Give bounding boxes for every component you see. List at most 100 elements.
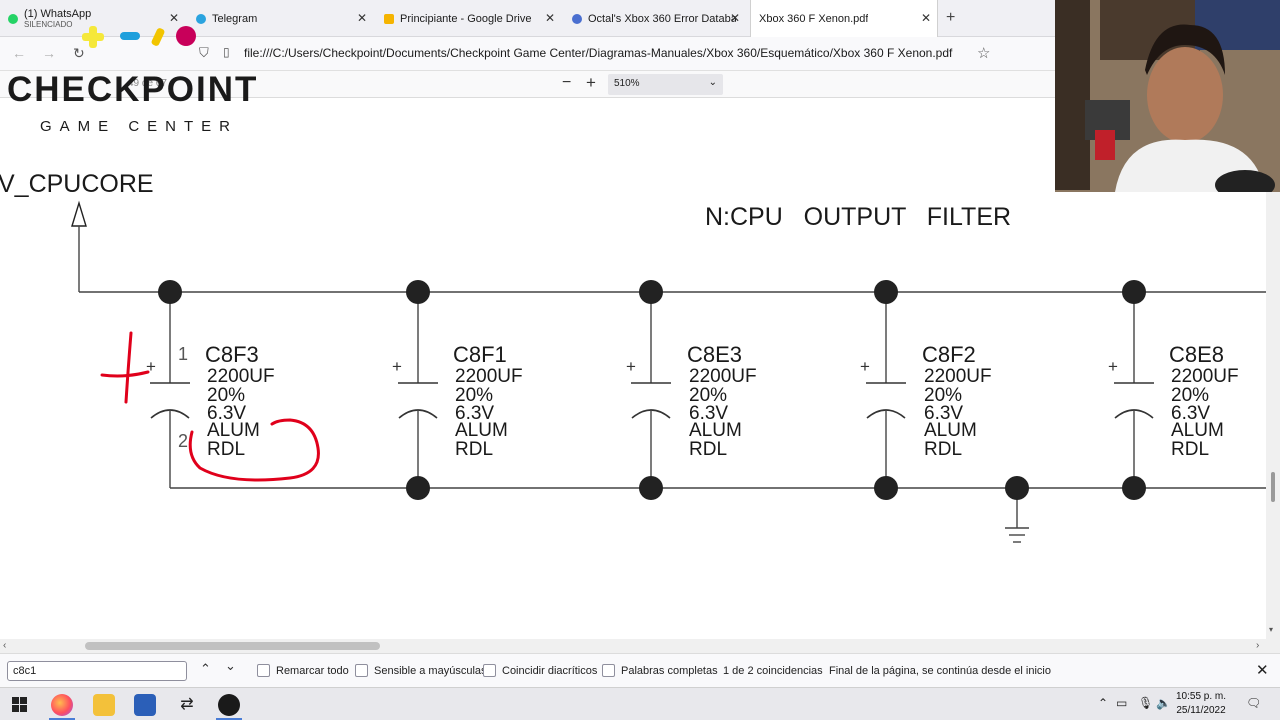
zoom-in-icon[interactable]: +	[586, 73, 596, 93]
checkbox-box	[602, 664, 615, 677]
notifications-icon[interactable]: 🗨	[1246, 696, 1261, 710]
capacitor-package: RDL	[689, 439, 727, 460]
firefox-icon[interactable]	[51, 694, 73, 716]
tab-telegram[interactable]: Telegram ✕	[188, 0, 373, 37]
tab-google-drive[interactable]: Principiante - Google Drive ✕	[376, 0, 561, 37]
tab-xbox-error-db[interactable]: Octal's Xbox 360 Error Database ✕	[564, 0, 746, 37]
capacitor-ref: C8E3	[687, 342, 742, 367]
scroll-left-icon[interactable]: ‹	[3, 640, 6, 651]
capacitor-package: RDL	[1171, 439, 1209, 460]
shield-icon[interactable]: ⛉	[199, 45, 209, 61]
whole-words-checkbox[interactable]: Palabras completas	[602, 664, 718, 677]
checkbox-label: Sensible a mayúsculas	[374, 664, 487, 677]
pin-2-label: 2	[178, 431, 188, 451]
capacitor-package: RDL	[924, 439, 962, 460]
close-icon[interactable]: ✕	[1256, 661, 1269, 679]
rail-label: V_CPUCORE	[0, 170, 154, 198]
tab-title: Telegram	[212, 12, 258, 25]
pin-1-label: 1	[178, 344, 188, 364]
chevron-down-icon: ⌄	[708, 77, 717, 88]
forward-icon[interactable]: →	[42, 45, 56, 61]
new-tab-icon[interactable]: +	[946, 9, 955, 27]
scroll-down-icon[interactable]: ▾	[1269, 625, 1273, 634]
find-input[interactable]: c8c1	[7, 661, 187, 681]
find-previous-icon[interactable]: ⌃	[200, 661, 211, 677]
back-icon[interactable]: ←	[12, 45, 26, 61]
capacitor-value: 2200UF	[924, 366, 992, 387]
plus-sign: +	[1108, 357, 1118, 376]
volume-icon[interactable]: 🔈	[1156, 696, 1171, 710]
close-tab-icon[interactable]: ✕	[921, 11, 931, 25]
webcam-overlay	[1055, 0, 1280, 192]
schematic-title: N:CPU OUTPUT FILTER	[705, 203, 1011, 231]
zoom-out-icon[interactable]: −	[562, 74, 571, 92]
page-icon: ▯	[223, 45, 230, 59]
plus-sign: +	[860, 357, 870, 376]
obs-icon[interactable]	[218, 694, 240, 716]
scroll-right-icon[interactable]: ›	[1256, 640, 1259, 651]
shuffle-icon[interactable]: ⇄	[176, 694, 198, 716]
find-bar: c8c1 ⌃ ⌄ Remarcar todo Sensible a mayúsc…	[0, 653, 1280, 687]
horizontal-scrollbar-thumb[interactable]	[85, 642, 380, 650]
capacitor-package: RDL	[207, 439, 245, 460]
windows-start-icon[interactable]	[12, 697, 27, 712]
tray-chevron-icon[interactable]: ⌃	[1098, 696, 1108, 710]
tab-title: Principiante - Google Drive	[400, 12, 532, 25]
capacitor-c8f1[interactable]: + C8F1 2200UF 20% 6.3V ALUM RDL	[392, 280, 523, 500]
checkbox-box	[355, 664, 368, 677]
capacitor-ref: C8F1	[453, 342, 507, 367]
find-status-message: Final de la página, se continúa desde el…	[829, 665, 1051, 677]
highlight-all-checkbox[interactable]: Remarcar todo	[257, 664, 349, 677]
tab-title: (1) WhatsApp	[24, 7, 92, 20]
capacitor-c8e8[interactable]: + C8E8 2200UF 20% 6.3V ALUM RDL	[1108, 280, 1239, 500]
close-tab-icon[interactable]: ✕	[730, 11, 740, 25]
network-icon[interactable]: ▭	[1116, 696, 1127, 710]
xbox-site-icon	[572, 13, 582, 24]
match-count: 1 de 2 coincidencias	[723, 665, 823, 677]
capacitor-type: ALUM	[207, 420, 260, 441]
microphone-icon[interactable]: 🎙	[1138, 696, 1153, 710]
close-tab-icon[interactable]: ✕	[357, 11, 367, 25]
clock-date: 25/11/2022	[1176, 705, 1226, 716]
checkbox-box	[257, 664, 270, 677]
capacitor-ref: C8F2	[922, 342, 976, 367]
plus-sign: +	[392, 357, 402, 376]
vertical-scrollbar[interactable]: ▾	[1266, 192, 1280, 639]
capacitor-c8f3[interactable]: + 1 2 C8F3 2200UF 20% 6.3V ALUM RDL	[146, 280, 275, 488]
capacitor-c8e3[interactable]: + C8E3 2200UF 20% 6.3V ALUM RDL	[626, 280, 757, 500]
capacitor-ref: C8E8	[1169, 342, 1224, 367]
capacitor-type: ALUM	[455, 420, 508, 441]
checkbox-label: Remarcar todo	[276, 664, 349, 677]
url-bar[interactable]: file:///C:/Users/Checkpoint/Documents/Ch…	[244, 46, 952, 60]
google-drive-icon	[384, 13, 394, 24]
word-icon[interactable]	[134, 694, 156, 716]
capacitor-type: ALUM	[689, 420, 742, 441]
match-diacritics-checkbox[interactable]: Coincidir diacríticos	[483, 664, 597, 677]
find-next-icon[interactable]: ⌄	[225, 658, 236, 674]
match-case-checkbox[interactable]: Sensible a mayúsculas	[355, 664, 487, 677]
checkpoint-logo: CHECKPOINT	[7, 70, 259, 109]
capacitor-value: 2200UF	[207, 366, 275, 387]
tab-xenon-pdf[interactable]: Xbox 360 F Xenon.pdf ✕	[750, 0, 938, 37]
capacitor-value: 2200UF	[455, 366, 523, 387]
checkbox-label: Coincidir diacríticos	[502, 664, 598, 677]
capacitor-type: ALUM	[924, 420, 977, 441]
zoom-select[interactable]: 510% ⌄	[608, 74, 723, 95]
bookmark-star-icon[interactable]: ☆	[977, 44, 990, 62]
capacitor-value: 2200UF	[1171, 366, 1239, 387]
logo-subtitle: GAME CENTER	[40, 118, 239, 135]
close-tab-icon[interactable]: ✕	[545, 11, 555, 25]
capacitor-type: ALUM	[1171, 420, 1224, 441]
system-clock[interactable]: 10:55 p. m. 25/11/2022	[1176, 690, 1226, 718]
capacitor-value: 2200UF	[689, 366, 757, 387]
horizontal-scrollbar[interactable]: ‹ ›	[0, 639, 1280, 653]
vertical-scrollbar-thumb[interactable]	[1271, 472, 1275, 502]
file-explorer-icon[interactable]	[93, 694, 115, 716]
checkbox-label: Palabras completas	[621, 664, 718, 677]
capacitor-c8f2[interactable]: + C8F2 2200UF 20% 6.3V ALUM RDL	[860, 280, 992, 500]
capacitor-package: RDL	[455, 439, 493, 460]
checkbox-box	[483, 664, 496, 677]
power-arrow	[71, 200, 87, 227]
plus-sign: +	[626, 357, 636, 376]
capacitor-ref: C8F3	[205, 342, 259, 367]
